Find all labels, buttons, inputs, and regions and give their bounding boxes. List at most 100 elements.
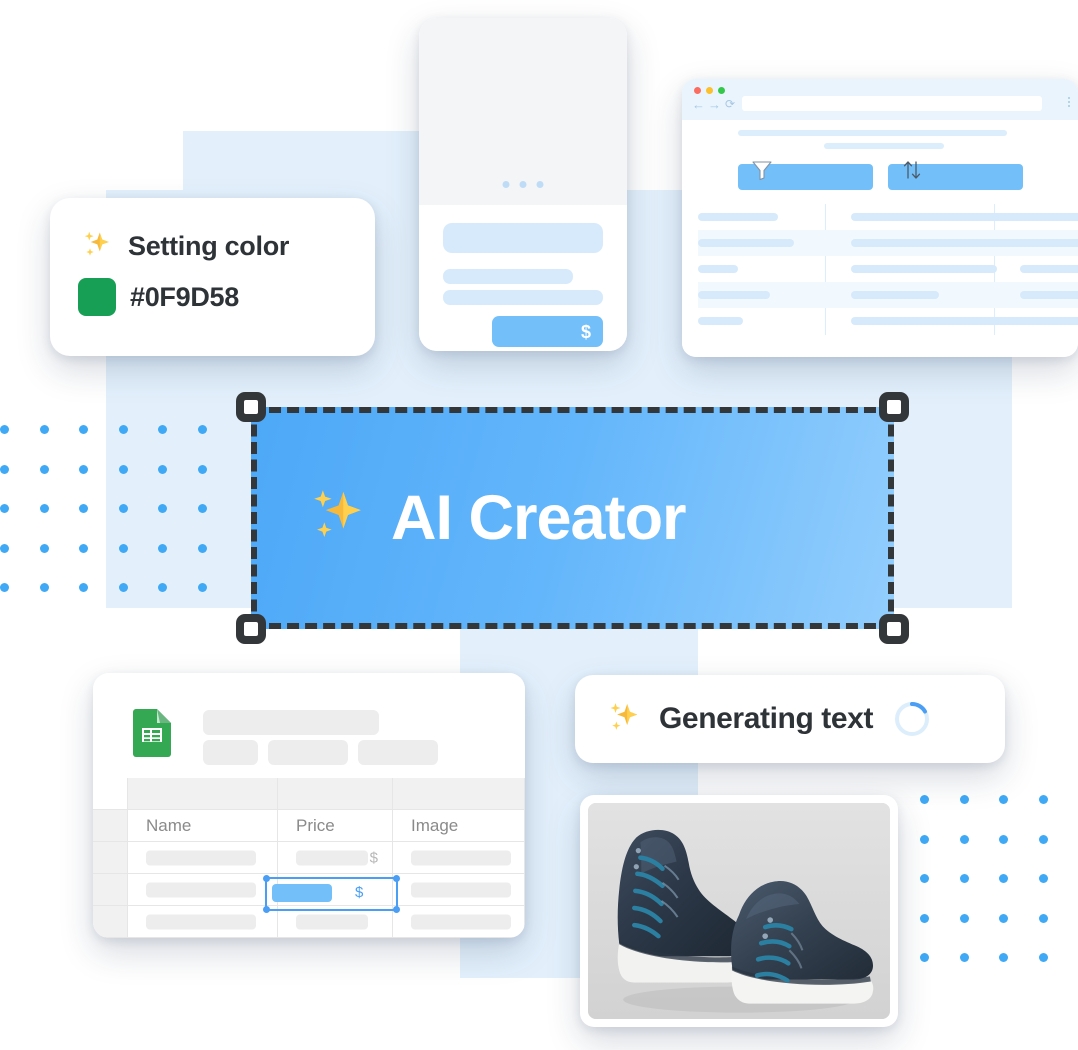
sheet-column-header-label: Image [411, 815, 459, 835]
sheet-column-letter-cell[interactable] [128, 778, 278, 809]
decorative-dot [920, 913, 929, 923]
selected-cell-currency-symbol: $ [355, 884, 364, 901]
sheet-data-cell[interactable] [128, 906, 278, 937]
color-swatch[interactable] [78, 278, 116, 316]
resize-handle-top-left[interactable] [236, 392, 266, 422]
resize-handle-bottom-right[interactable] [879, 614, 909, 644]
close-traffic-light[interactable] [694, 87, 701, 94]
arrow-right-icon[interactable]: → [708, 98, 721, 111]
minimize-traffic-light[interactable] [706, 87, 713, 94]
table-row[interactable] [698, 256, 1078, 282]
sheet-column-header[interactable]: Price [278, 810, 393, 841]
traffic-light-buttons[interactable] [694, 87, 725, 94]
url-input[interactable] [742, 96, 1042, 111]
cell-value-skeleton [296, 914, 368, 929]
sort-arrows-icon [903, 161, 921, 179]
decorative-dot [999, 913, 1008, 923]
decorative-dot [158, 543, 167, 553]
table-cell-skeleton [851, 265, 997, 273]
kebab-menu-icon[interactable] [1068, 97, 1070, 107]
table-cell-skeleton [1020, 265, 1078, 273]
sheet-row-header[interactable] [93, 874, 128, 905]
resize-handle-bottom-left[interactable] [236, 614, 266, 644]
page-subtitle-skeleton [824, 143, 944, 149]
sheet-column-header[interactable]: Name [128, 810, 278, 841]
decorative-dot [197, 504, 207, 513]
phone-skeleton-line-2 [443, 290, 603, 305]
cell-value-skeleton [146, 850, 256, 865]
ai-creator-title: AI Creator [391, 482, 687, 553]
sheet-data-cell[interactable] [393, 874, 525, 905]
carousel-dots[interactable] [502, 181, 544, 188]
arrow-left-icon[interactable]: ← [692, 98, 705, 111]
phone-price-button[interactable]: $ [492, 316, 603, 347]
decorative-dot [118, 543, 128, 553]
cell-value-skeleton [411, 850, 511, 865]
spreadsheet-grid: Name Price Image $ [93, 778, 525, 938]
decorative-dot [920, 834, 929, 844]
sheet-data-cell[interactable] [393, 906, 525, 937]
sheet-data-cell[interactable] [128, 874, 278, 905]
table-row[interactable] [698, 230, 1078, 256]
sheet-title-skeleton [203, 710, 379, 735]
sheet-column-header-label: Price [296, 815, 335, 835]
table-row[interactable] [698, 308, 1078, 334]
sheet-column-header[interactable]: Image [393, 810, 525, 841]
table-cell-skeleton [1020, 213, 1078, 221]
decorative-dot [0, 464, 9, 474]
decorative-dot [197, 543, 207, 553]
sheet-corner-cell[interactable] [93, 778, 128, 809]
decorative-dot [118, 504, 128, 513]
phone-price-symbol: $ [580, 321, 591, 342]
decorative-dot [79, 583, 88, 592]
cell-value-skeleton [411, 882, 511, 897]
sheet-meta-skeleton-1 [203, 740, 258, 765]
table-row[interactable] [698, 204, 1078, 230]
decorative-dot [0, 583, 9, 592]
sheet-data-cell[interactable] [128, 842, 278, 873]
decorative-dot [197, 425, 207, 434]
phone-screen: $ [419, 18, 627, 351]
sheet-column-header-label: Name [146, 815, 192, 835]
dot-grid-left [0, 425, 215, 615]
ai-creator-banner[interactable]: AI Creator [251, 407, 894, 629]
decorative-dot [158, 504, 167, 513]
dot-grid-right [920, 795, 1060, 985]
decorative-dot [999, 953, 1008, 962]
reload-icon[interactable]: ⟳ [725, 98, 735, 110]
sparkles-icon [314, 490, 361, 537]
sheet-data-cell[interactable] [393, 842, 525, 873]
setting-color-title: Setting color [128, 230, 290, 261]
decorative-dot [1038, 913, 1048, 923]
decorative-dot [999, 874, 1008, 883]
cell-value-skeleton [146, 914, 256, 929]
table-cell-skeleton [851, 291, 939, 299]
table-cell-skeleton [698, 317, 743, 325]
setting-color-title-row: Setting color [78, 228, 289, 264]
sheet-data-row[interactable]: $ [93, 842, 525, 874]
sheet-column-letter-cell[interactable] [278, 778, 393, 809]
decorative-dot [79, 543, 88, 553]
decorative-dot [39, 504, 49, 513]
setting-color-card: Setting color #0F9D58 [50, 198, 375, 356]
decorative-dot [959, 953, 969, 962]
decorative-dot [197, 583, 207, 592]
sheet-row-header[interactable] [93, 906, 128, 937]
illustration-canvas: $ ← → ⟳ Setting color #0F9D58 AI Creator… [0, 0, 1078, 1050]
sheet-data-cell[interactable]: $ [278, 842, 393, 873]
product-image-card [580, 795, 898, 1027]
generating-text-card: Generating text [575, 675, 1005, 763]
decorative-dot [197, 464, 207, 474]
table-row[interactable] [698, 282, 1078, 308]
sheet-row-header[interactable] [93, 810, 128, 841]
maximize-traffic-light[interactable] [718, 87, 725, 94]
table-cell-skeleton [698, 265, 738, 273]
browser-content [682, 120, 1078, 357]
decorative-dot [118, 425, 128, 434]
resize-handle-top-right[interactable] [879, 392, 909, 422]
sheet-column-letter-cell[interactable] [393, 778, 525, 809]
decorative-dot [0, 543, 9, 553]
sheet-row-header[interactable] [93, 842, 128, 873]
ai-banner-label-row: AI Creator [251, 407, 894, 629]
decorative-dot [959, 874, 969, 883]
